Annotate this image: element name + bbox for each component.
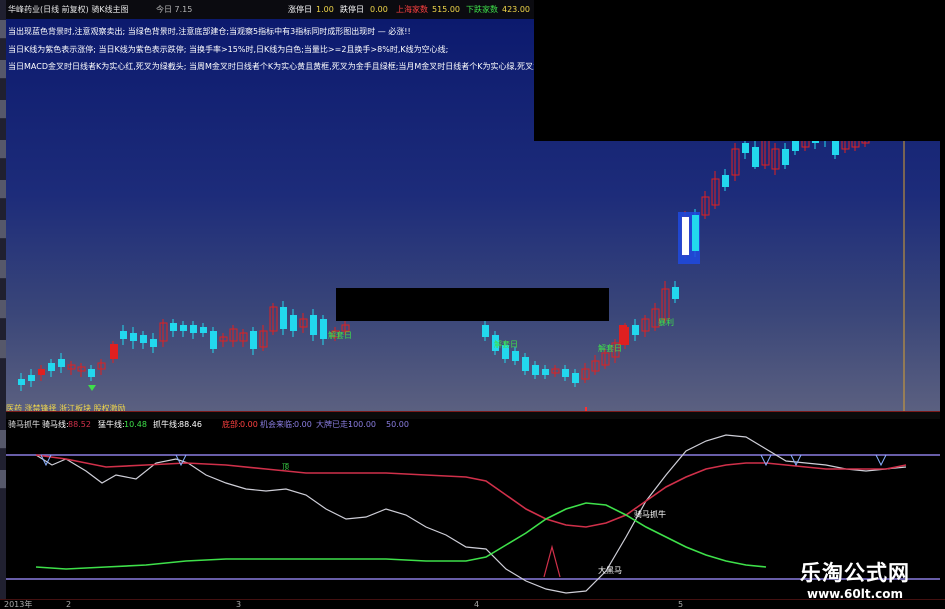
- spike-marker: [543, 544, 561, 578]
- trading-window: 华峰药业(日线 前复权) 骑K线主图 今日 7.15 涨停日 1.00 跌停日 …: [0, 0, 945, 609]
- candle-body-19: [210, 331, 217, 349]
- chart-title: 华峰药业(日线 前复权) 骑K线主图: [8, 5, 129, 14]
- candle-body-1: [28, 375, 35, 381]
- label-dahema: 大黑马: [598, 565, 622, 575]
- line3-value: 88.46: [179, 420, 202, 429]
- line6-value: 100.00: [348, 420, 376, 429]
- macd-cross-candle-1: [110, 344, 118, 359]
- candle-body-29: [310, 315, 317, 335]
- band-touch-mark-4: [875, 454, 887, 467]
- candles-group: [18, 119, 870, 391]
- watermark-title: 乐淘公式网: [800, 561, 910, 585]
- candle-body-37: [522, 357, 529, 371]
- candle-body-12: [140, 335, 147, 343]
- watermark-url: www.60lt.com: [806, 587, 904, 601]
- candle-body-52: [672, 287, 679, 299]
- marker-baoli: 暴利: [658, 317, 674, 327]
- candle-body-26: [280, 307, 287, 329]
- date-label-1: 2013年: [4, 600, 33, 609]
- candle-body-57: [722, 175, 729, 187]
- line1-value: 88.52: [68, 420, 91, 429]
- limit-down-label: 跌停日: [340, 5, 364, 14]
- limit-down-value: 0.00: [370, 5, 388, 14]
- today-value: 今日 7.15: [156, 5, 193, 14]
- candle-body-16: [180, 325, 187, 331]
- down-arrow-icon: [88, 385, 96, 391]
- date-label-3: 3: [236, 600, 242, 609]
- line2-value: 10.48: [124, 420, 147, 429]
- chart-title-bar: 华峰药业(日线 前复权) 骑K线主图 今日 7.15 涨停日 1.00 跌停日 …: [6, 0, 534, 20]
- candle-body-48: [632, 325, 639, 335]
- candle-body-30: [320, 319, 327, 339]
- redaction-block-middle: [336, 288, 609, 321]
- macd-cross-candle-2: [619, 325, 627, 345]
- candle-body-10: [120, 331, 127, 339]
- line3-label: 抓牛线:: [153, 420, 180, 429]
- limit-up-label: 涨停日: [288, 5, 312, 14]
- candle-body-39: [542, 369, 549, 375]
- candle-body-63: [782, 149, 789, 165]
- decline-count-label: 下跌家数: [466, 5, 498, 14]
- label-top: 顶: [282, 463, 289, 471]
- line7-value: 50.00: [386, 420, 409, 429]
- candle-body-3: [48, 363, 55, 371]
- line4-value: 0.00: [240, 420, 258, 429]
- candle-body-41: [562, 369, 569, 377]
- candle-body-17: [190, 325, 197, 333]
- candle-body-23: [250, 331, 257, 349]
- site-watermark: 乐淘公式网 www.60lt.com: [770, 557, 940, 601]
- marker-jietao-2: 解套日: [494, 339, 518, 349]
- breakout-candle-b: [692, 215, 699, 251]
- candle-body-2: [38, 369, 45, 375]
- line1-label: 骑马线:: [42, 420, 69, 429]
- marker-jietao-3: 解套日: [598, 343, 622, 353]
- candle-body-36: [512, 351, 519, 361]
- candle-body-59: [742, 143, 749, 153]
- marker-jietao-1: 解套日: [328, 330, 352, 340]
- candle-body-27: [290, 315, 297, 331]
- line5-value: 0.00: [294, 420, 312, 429]
- line2-label: 猛牛线:: [98, 420, 125, 429]
- candle-body-33: [482, 325, 489, 337]
- redaction-block-top-right: [534, 19, 940, 141]
- line6-label: 大牌已走:: [316, 420, 351, 429]
- indicator-name: 骑马抓牛: [8, 420, 40, 429]
- line5-label: 机会来临:: [260, 420, 295, 429]
- candle-body-11: [130, 333, 137, 341]
- candle-body-18: [200, 327, 207, 333]
- shanghai-count-label: 上海家数: [396, 5, 428, 14]
- candle-body-7: [88, 369, 95, 377]
- candle-body-4: [58, 359, 65, 367]
- candle-body-42: [572, 373, 579, 383]
- label-qima-zhuaniu: 骑马抓牛: [634, 509, 666, 519]
- date-label-5: 5: [678, 600, 684, 609]
- line4-label: 底部:: [222, 420, 241, 429]
- candle-body-15: [170, 323, 177, 331]
- line-qima: [35, 454, 907, 528]
- candle-body-60: [752, 147, 759, 167]
- date-label-2: 2: [66, 600, 72, 609]
- date-label-4: 4: [474, 600, 480, 609]
- band-touch-mark-3: [790, 454, 802, 467]
- candle-body-13: [150, 339, 157, 347]
- decline-count-value: 423.00: [502, 5, 530, 14]
- main-kline-chart[interactable]: 当出现蓝色背景时,注意观察卖出; 当绿色背景时,注意底部建仓;当观察5指标中有3…: [6, 19, 940, 411]
- candle-body-0: [18, 379, 25, 385]
- limit-up-value: 1.00: [316, 5, 334, 14]
- candle-body-38: [532, 365, 539, 375]
- breakout-candle-a: [682, 217, 689, 255]
- sector-tags: 医药 涨禁锋择 浙江板块 股权激励: [6, 404, 126, 411]
- shanghai-count-value: 515.00: [432, 5, 460, 14]
